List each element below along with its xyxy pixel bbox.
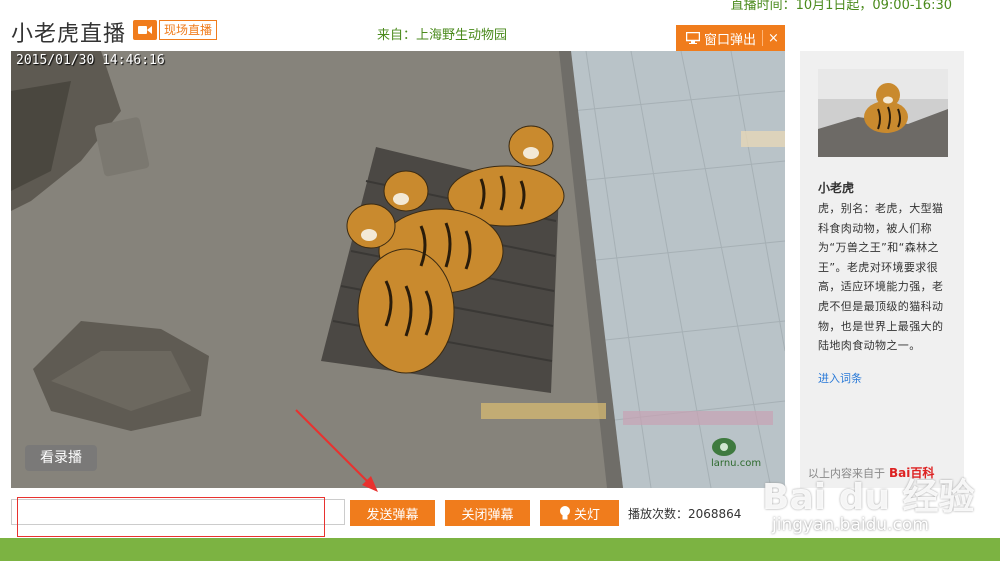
video-frame-image — [11, 51, 785, 488]
close-icon[interactable]: × — [768, 31, 779, 46]
live-label: 现场直播 — [159, 20, 218, 40]
popout-label: 窗口弹出 — [704, 32, 757, 48]
annotation-highlight-box — [17, 497, 325, 537]
close-danmu-button[interactable]: 关闭弹幕 — [445, 500, 530, 526]
bulb-icon — [559, 506, 570, 520]
source-label: 来自：上海野生动物园 — [377, 28, 508, 43]
lights-off-button[interactable]: 关灯 — [540, 500, 619, 526]
encyclopedia-panel: 小老虎 虎，别名：老虎，大型猫科食肉动物，被人们称为“万兽之王”和“森林之王”。… — [800, 51, 964, 488]
live-video-player[interactable]: 2015/01/30 14:46:16 看录播 larnu.com — [11, 51, 785, 488]
lights-off-label: 关灯 — [573, 506, 600, 522]
divider — [762, 30, 764, 46]
jingyan-url-watermark: jingyan.baidu.com — [772, 515, 929, 535]
eye-logo-icon — [712, 438, 736, 456]
tiger-thumbnail — [818, 69, 948, 157]
animal-name: 小老虎 — [818, 181, 855, 195]
monitor-icon — [686, 32, 700, 44]
animal-description: 虎，别名：老虎，大型猫科食肉动物，被人们称为“万兽之王”和“森林之王”。老虎对环… — [818, 202, 944, 353]
watch-replay-button[interactable]: 看录播 — [25, 445, 97, 471]
video-camera-icon — [133, 20, 157, 40]
play-count: 播放次数：2068864 — [628, 507, 742, 521]
watermark-text: larnu.com — [711, 458, 762, 469]
baidu-jingyan-watermark: Bai du 经验 — [762, 477, 975, 518]
tiger-photo — [818, 69, 948, 157]
send-danmu-button[interactable]: 发送弹幕 — [350, 500, 435, 526]
video-timestamp: 2015/01/30 14:46:16 — [16, 53, 165, 68]
live-schedule: 直播时间：10月1日起，09:00-16:30 — [730, 0, 952, 13]
channel-watermark: larnu.com — [711, 436, 761, 469]
view-entry-link[interactable]: 进入词条 — [818, 370, 862, 386]
footer-band — [0, 538, 1000, 561]
popout-window-button[interactable]: 窗口弹出 × — [676, 25, 785, 51]
page-title: 小老虎直播 — [11, 22, 127, 47]
live-badge: 现场直播 — [133, 20, 218, 40]
